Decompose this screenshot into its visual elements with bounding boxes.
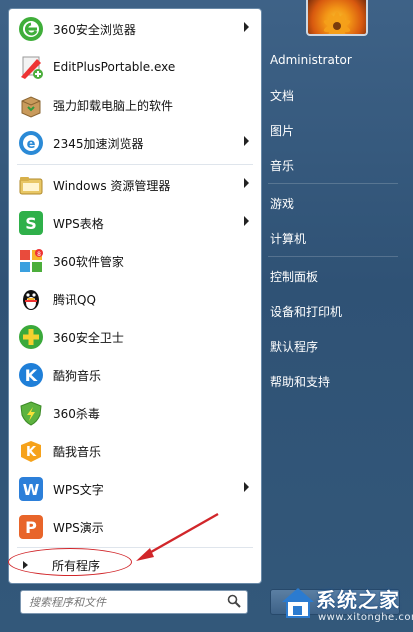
program-360-antivirus[interactable]: 360杀毒: [13, 395, 257, 431]
program-label: 腾讯QQ: [53, 292, 96, 307]
program-tencent-qq[interactable]: 腾讯QQ: [13, 281, 257, 317]
svg-text:e: e: [27, 137, 36, 152]
program-label: WPS文字: [53, 482, 104, 497]
program-label: 360杀毒: [53, 406, 100, 421]
annotation-ellipse: [8, 548, 132, 576]
submenu-arrow-icon: [244, 136, 249, 146]
program-label: 酷我音乐: [53, 444, 102, 459]
svg-text:K: K: [26, 445, 37, 460]
wps-presentation-icon: P: [15, 511, 47, 543]
menu-devices-printers[interactable]: 设备和打印机: [270, 298, 342, 324]
wps-writer-icon: W: [15, 473, 47, 505]
wps-spreadsheet-icon: S: [15, 207, 47, 239]
program-label: EditPlusPortable.exe: [53, 60, 176, 74]
separator: [17, 164, 253, 165]
program-kugou-music[interactable]: K 酷狗音乐: [13, 357, 257, 393]
program-label: WPS表格: [53, 216, 104, 231]
search-icon[interactable]: [227, 594, 241, 611]
kugou-music-icon: K: [15, 359, 47, 391]
programs-pane: 360安全浏览器 EditPlusPortable.exe 强力卸载电脑上的软件…: [8, 8, 262, 584]
watermark-title: 系统之家: [316, 588, 400, 612]
program-label: WPS演示: [53, 520, 104, 535]
program-label: Windows 资源管理器: [53, 178, 171, 193]
user-avatar[interactable]: [306, 0, 368, 36]
program-label: 360安全卫士: [53, 330, 124, 345]
program-label: 360安全浏览器: [53, 22, 136, 37]
menu-music[interactable]: 音乐: [270, 152, 294, 178]
program-label: 酷狗音乐: [53, 368, 102, 383]
menu-user-folder[interactable]: Administrator: [270, 47, 352, 73]
submenu-arrow-icon: [244, 482, 249, 492]
svg-text:8: 8: [37, 251, 41, 258]
360-antivirus-icon: [15, 397, 47, 429]
program-2345-browser[interactable]: e 2345加速浏览器: [13, 125, 257, 161]
program-uninstaller[interactable]: 强力卸载电脑上的软件: [13, 87, 257, 123]
360-software-manager-icon: 8: [15, 245, 47, 277]
house-logo-icon: [282, 588, 314, 618]
program-360-software-manager[interactable]: 8 360软件管家: [13, 243, 257, 279]
watermark-url: www.xitonghe.com: [318, 612, 413, 623]
separator: [268, 256, 398, 257]
search-input[interactable]: [27, 593, 221, 611]
program-360-security-guard[interactable]: 360安全卫士: [13, 319, 257, 355]
svg-text:S: S: [25, 214, 37, 233]
separator: [268, 183, 398, 184]
program-wps-spreadsheet[interactable]: S WPS表格: [13, 205, 257, 241]
submenu-arrow-icon: [244, 216, 249, 226]
editplus-icon: [15, 51, 47, 83]
svg-text:W: W: [23, 481, 40, 499]
program-label: 强力卸载电脑上的软件: [53, 98, 174, 113]
submenu-arrow-icon: [244, 178, 249, 188]
watermark: 系统之家 www.xitonghe.com: [278, 580, 413, 630]
menu-help-support[interactable]: 帮助和支持: [270, 368, 330, 394]
program-editplus[interactable]: EditPlusPortable.exe: [13, 49, 257, 85]
program-360-browser[interactable]: 360安全浏览器: [13, 11, 257, 47]
menu-pictures[interactable]: 图片: [270, 117, 294, 143]
search-box[interactable]: [20, 590, 248, 614]
menu-computer[interactable]: 计算机: [270, 225, 306, 251]
explorer-folder-icon: [15, 169, 47, 201]
program-kuwo-music[interactable]: K 酷我音乐: [13, 433, 257, 469]
menu-games[interactable]: 游戏: [270, 190, 294, 216]
program-windows-explorer[interactable]: Windows 资源管理器: [13, 167, 257, 203]
uninstall-box-icon: [15, 89, 47, 121]
program-wps-writer[interactable]: W WPS文字: [13, 471, 257, 507]
svg-text:K: K: [25, 366, 38, 385]
submenu-arrow-icon: [244, 22, 249, 32]
annotation-arrow-icon: [136, 512, 219, 561]
2345-browser-icon: e: [15, 127, 47, 159]
program-label: 360软件管家: [53, 254, 124, 269]
kuwo-music-icon: K: [15, 435, 47, 467]
qq-penguin-icon: [15, 283, 47, 315]
360-security-guard-icon: [15, 321, 47, 353]
svg-text:P: P: [25, 518, 37, 537]
program-label: 2345加速浏览器: [53, 136, 144, 151]
menu-control-panel[interactable]: 控制面板: [270, 263, 318, 289]
360-browser-icon: [15, 13, 47, 45]
menu-documents[interactable]: 文档: [270, 82, 294, 108]
menu-default-programs[interactable]: 默认程序: [270, 333, 318, 359]
